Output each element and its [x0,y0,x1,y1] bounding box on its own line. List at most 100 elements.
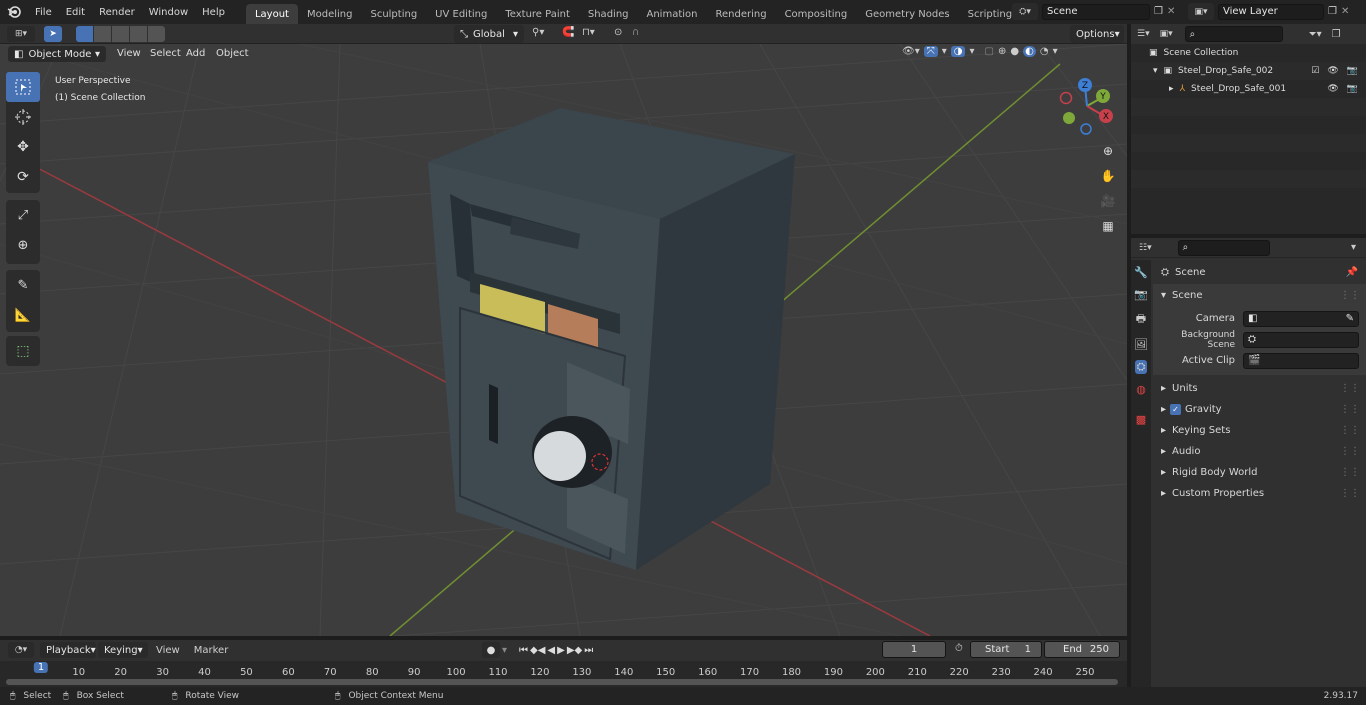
texture-tab-icon[interactable]: ▩ [1136,413,1146,426]
view-layer-icon[interactable]: ▣▾ [1188,3,1214,20]
extend-selection-icon[interactable] [94,26,111,42]
outliner-editor-icon[interactable]: ☰▾ [1137,29,1150,39]
new-collection-icon[interactable]: ❐ [1332,29,1341,40]
play-reverse-icon[interactable]: ◀ [547,645,555,656]
workspace-tab-shading[interactable]: Shading [579,4,638,24]
menu-add[interactable]: Add [186,48,205,59]
workspace-tab-sculpting[interactable]: Sculpting [361,4,426,24]
transform-tool[interactable]: ⊕ [6,230,40,260]
snap-target-icon[interactable]: ⊓▾ [582,27,595,38]
prev-keyframe-icon[interactable]: ◆◀ [530,645,545,656]
3d-viewport[interactable]: User Perspective (1) Scene Collection ✥ … [0,44,1127,636]
active-clip-field[interactable]: 🎬 [1243,352,1359,369]
pan-hand-icon[interactable]: ✋ [1097,165,1119,187]
outliner-search-input[interactable]: ⌕ [1184,26,1283,42]
new-selection-icon[interactable] [76,26,93,42]
keying-menu[interactable]: Keying ▾ [98,642,148,658]
subtract-selection-icon[interactable] [112,26,129,42]
panel-keying-sets[interactable]: ▸ Keying Sets ⋮⋮ [1153,420,1366,441]
annotate-tool[interactable]: ✎ [6,270,40,300]
workspace-tab-geometry-nodes[interactable]: Geometry Nodes [856,4,958,24]
panel-gravity[interactable]: ▸ ✓ Gravity ⋮⋮ [1153,399,1366,420]
close-layer-icon[interactable]: ✕ [1341,6,1349,17]
zoom-icon[interactable]: ⊕ [1097,140,1119,162]
menu-window[interactable]: Window [142,0,195,24]
duplicate-scene-icon[interactable]: ❐ [1154,6,1163,17]
panel-custom-properties[interactable]: ▸ Custom Properties ⋮⋮ [1153,483,1366,504]
camera-render-icon[interactable]: 📷 [1347,66,1358,76]
move-tool[interactable]: ✥ [6,132,40,162]
timeline-menu-marker[interactable]: Marker [194,645,229,656]
select-tool-button[interactable]: ➤ [44,26,62,42]
properties-options-icon[interactable]: ▾ [1351,242,1356,253]
workspace-tab-uv-editing[interactable]: UV Editing [426,4,496,24]
menu-object[interactable]: Object [216,48,249,59]
world-tab-icon[interactable]: ◍ [1136,383,1146,396]
xray-icon[interactable]: ▢ [985,46,994,57]
end-frame-field[interactable]: End 250 [1044,641,1120,658]
drag-handle-icon[interactable]: ⋮⋮ [1340,290,1360,301]
scene-icon[interactable]: ⛭▾ [1012,3,1038,20]
perspective-grid-icon[interactable]: ▦ [1097,215,1119,237]
timeline-menu-view[interactable]: View [156,645,180,656]
workspace-tab-modeling[interactable]: Modeling [298,4,362,24]
rotate-tool[interactable]: ⟳ [6,162,40,192]
output-tab-icon[interactable]: 🖶 [1136,310,1146,329]
invert-selection-icon[interactable] [130,26,147,42]
viewport-scene[interactable] [0,44,1127,636]
timeline-scrollbar[interactable] [6,679,1118,685]
rendered-shading-icon[interactable]: ◔ [1040,46,1049,57]
overlay-toggle-icon[interactable]: ◑ [950,46,966,57]
outliner-item-safe-001[interactable]: ▸ ⅄ Steel_Drop_Safe_001 👁 📷 [1131,80,1366,98]
eye-icon[interactable]: 👁 [1327,66,1338,76]
expand-down-icon[interactable]: ▾ [1153,66,1158,76]
menu-view[interactable]: View [117,48,141,59]
eye-icon[interactable]: 👁 [1327,84,1338,94]
menu-file[interactable]: File [28,0,59,24]
camera-render-icon[interactable]: 📷 [1347,84,1358,94]
outliner-root[interactable]: ▣ Scene Collection [1131,44,1366,62]
jump-start-icon[interactable]: ⏮ [519,645,528,656]
close-scene-icon[interactable]: ✕ [1167,6,1175,17]
camera-view-icon[interactable]: 🎥 [1097,190,1119,212]
current-frame-field[interactable]: 1 [882,641,946,658]
solid-shading-icon[interactable]: ● [1010,46,1019,57]
falloff-icon[interactable]: ∩ [632,27,639,38]
proportional-edit-icon[interactable]: ⊙ [614,27,622,38]
cursor-tool[interactable] [6,102,40,132]
pivot-point-icon[interactable]: ⚲▾ [532,27,544,38]
menu-render[interactable]: Render [92,0,142,24]
eyedropper-icon[interactable]: ✎ [1346,313,1354,324]
jump-end-icon[interactable]: ⏭ [584,645,593,656]
next-keyframe-icon[interactable]: ▶◆ [567,645,582,656]
background-scene-field[interactable]: ⛭ [1243,331,1359,348]
workspace-tab-compositing[interactable]: Compositing [776,4,857,24]
tool-tab-icon[interactable]: 🔧 [1134,266,1148,279]
snap-icon[interactable]: 🧲 [562,27,574,38]
measure-tool[interactable]: 📐 [6,300,40,330]
panel-audio[interactable]: ▸ Audio ⋮⋮ [1153,441,1366,462]
scene-field[interactable]: Scene [1042,3,1150,20]
record-options-icon[interactable]: ▾ [502,645,507,656]
timeline-editor-icon[interactable]: ◔▾ [8,642,34,658]
scene-section-header[interactable]: ▾ Scene ⋮⋮ [1153,284,1366,306]
properties-search-input[interactable]: ⌕ [1177,239,1270,256]
preview-range-icon[interactable]: ⏱ [955,643,963,654]
workspace-tab-animation[interactable]: Animation [638,4,707,24]
material-shading-icon[interactable]: ◐ [1023,46,1036,57]
menu-edit[interactable]: Edit [59,0,92,24]
steel-drop-safe-model[interactable] [428,108,795,570]
blender-logo-icon[interactable] [0,5,28,19]
start-frame-field[interactable]: Start 1 [970,641,1042,658]
workspace-tab-texture-paint[interactable]: Texture Paint [496,4,579,24]
gizmo-toggle-icon[interactable]: ⤧ [923,46,938,57]
include-checkbox-icon[interactable]: ☑ [1311,66,1319,76]
visibility-icon[interactable]: 👁▾ [902,46,920,57]
expand-right-icon[interactable]: ▸ [1169,84,1174,94]
transform-orientation-dropdown[interactable]: ⤡ Global ▾ [454,25,524,43]
panel-rigid-body-world[interactable]: ▸ Rigid Body World ⋮⋮ [1153,462,1366,483]
shading-options-icon[interactable]: ▾ [1053,46,1058,57]
display-mode-icon[interactable]: ▣▾ [1160,29,1173,39]
filter-icon[interactable]: ⏷▾ [1309,29,1322,40]
camera-field[interactable]: ◧ ✎ [1243,310,1359,327]
